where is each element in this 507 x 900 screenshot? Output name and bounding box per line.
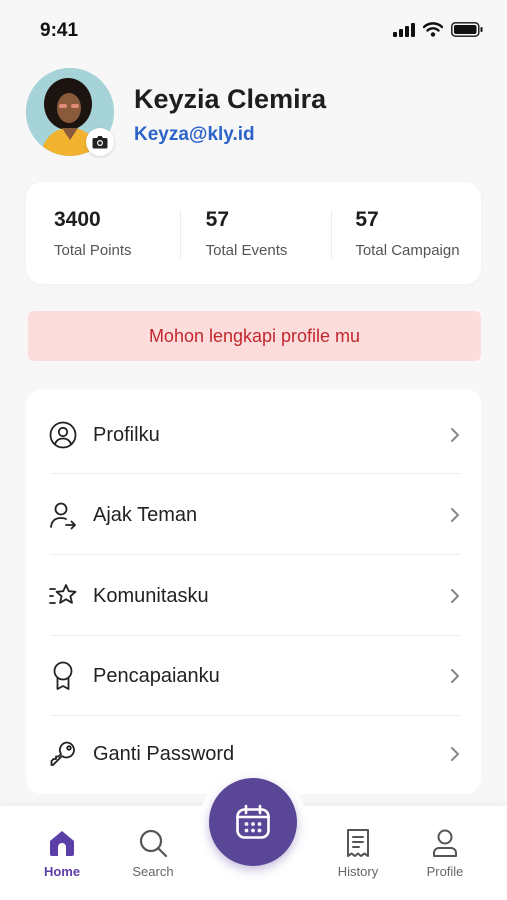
nav-label: Profile [426, 864, 464, 879]
chevron-right-icon [451, 669, 459, 683]
user-icon [410, 826, 480, 860]
signal-icon [393, 22, 415, 37]
stats-card: 3400 Total Points 57 Total Events 57 Tot… [26, 182, 481, 284]
nav-label: History [337, 864, 379, 879]
stat-total-events: 57 Total Events [179, 182, 332, 284]
chevron-right-icon [451, 428, 459, 442]
stat-value: 3400 [54, 208, 101, 231]
camera-icon [92, 136, 108, 149]
star-list-icon [48, 581, 78, 611]
stat-label: Total Campaign [355, 242, 460, 259]
chevron-right-icon [451, 589, 459, 603]
menu-item-komunitasku[interactable]: Komunitasku [26, 556, 481, 636]
search-icon [118, 826, 188, 860]
user-circle-icon [48, 420, 78, 450]
nav-label: Home [43, 864, 81, 879]
stat-label: Total Points [54, 242, 132, 259]
alert-text: Mohon lengkapi profile mu [148, 325, 361, 346]
home-icon [27, 826, 97, 860]
menu-item-ajak-teman[interactable]: Ajak Teman [26, 475, 481, 555]
stat-label: Total Events [205, 242, 288, 259]
calendar-fab-button[interactable] [209, 778, 297, 866]
menu-item-pencapaianku[interactable]: Pencapaianku [26, 636, 481, 716]
nav-home[interactable]: Home [27, 826, 97, 879]
stat-total-points: 3400 Total Points [26, 182, 180, 284]
stat-value: 57 [355, 208, 379, 231]
profile-header: Keyzia Clemira Keyza@kly.id [26, 68, 486, 160]
change-photo-button[interactable] [86, 128, 114, 156]
battery-icon [451, 22, 483, 37]
divider [50, 554, 460, 555]
key-icon [48, 739, 78, 769]
stat-value: 57 [205, 208, 230, 231]
chevron-right-icon [451, 508, 459, 522]
calendar-icon [236, 804, 270, 839]
nav-profile[interactable]: Profile [410, 826, 480, 879]
nav-label: Search [132, 864, 174, 879]
award-icon [48, 661, 78, 691]
menu-item-label: Ganti Password [93, 742, 235, 765]
status-icons [393, 22, 483, 37]
status-bar: 9:41 [0, 0, 507, 60]
nav-history[interactable]: History [323, 826, 393, 879]
receipt-icon [323, 826, 393, 860]
complete-profile-alert[interactable]: Mohon lengkapi profile mu [28, 311, 481, 361]
menu-item-label: Profilku [93, 423, 160, 446]
menu-item-profilku[interactable]: Profilku [26, 395, 481, 475]
menu-card: Profilku Ajak Teman Komunitasku Pencapai… [26, 389, 481, 794]
menu-item-label: Pencapaianku [93, 664, 220, 687]
menu-item-label: Komunitasku [93, 584, 209, 607]
divider [50, 473, 460, 474]
menu-item-label: Ajak Teman [93, 503, 198, 526]
user-email: Keyza@kly.id [134, 124, 255, 145]
chevron-right-icon [451, 747, 459, 761]
user-name: Keyzia Clemira [134, 84, 327, 114]
wifi-icon [423, 22, 443, 37]
status-time: 9:41 [40, 20, 79, 41]
nav-search[interactable]: Search [118, 826, 188, 879]
user-share-icon [48, 500, 78, 530]
stat-total-campaign: 57 Total Campaign [331, 182, 481, 284]
